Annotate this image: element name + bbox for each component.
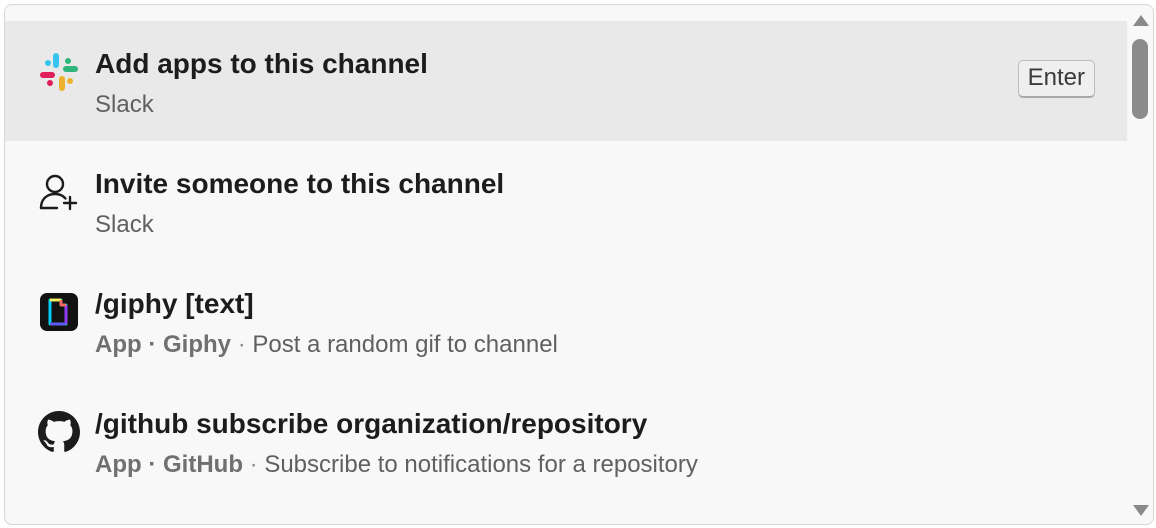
suggestion-subtitle: Slack [95,211,154,238]
suggestion-title: /github subscribe organization/repositor… [95,408,648,439]
suggestion-description: Post a random gif to channel [252,331,558,358]
vertical-scrollbar[interactable] [1127,5,1153,524]
suggestion-subtitle: App · GitHub · Subscribe to notification… [95,451,698,479]
suggestion-github-subscribe[interactable]: /github subscribe organization/repositor… [5,381,1127,501]
suggestion-title: /giphy [text] [95,288,254,319]
giphy-logo-icon [38,291,80,333]
app-name: GitHub [163,451,243,478]
suggestion-title: Add apps to this channel [95,48,428,79]
scroll-up-arrow-icon[interactable] [1133,15,1149,26]
separator: · [237,331,246,358]
suggestion-invite-someone[interactable]: Invite someone to this channel Slack [5,141,1127,261]
suggestions-list: Add apps to this channel Slack Enter Inv… [5,21,1127,501]
scroll-down-arrow-icon[interactable] [1133,505,1149,516]
suggestion-giphy[interactable]: /giphy [text] App · Giphy · Post a rando… [5,261,1127,381]
app-type-label: App [95,331,142,358]
enter-shortcut-badge: Enter [1017,60,1095,98]
suggestion-title: Invite someone to this channel [95,168,505,199]
suggestion-description: Subscribe to notifications for a reposit… [264,451,698,478]
suggestion-subtitle: Slack [95,91,154,118]
command-suggestions-popup: Add apps to this channel Slack Enter Inv… [4,4,1154,525]
separator: · [148,331,157,358]
app-type-label: App [95,451,142,478]
scrollbar-thumb[interactable] [1132,39,1148,119]
github-logo-icon [38,411,80,453]
suggestion-subtitle: App · Giphy · Post a random gif to chann… [95,331,558,359]
separator: · [249,451,258,478]
separator: · [148,451,157,478]
add-person-icon [38,171,80,213]
app-name: Giphy [163,331,232,358]
suggestion-add-apps[interactable]: Add apps to this channel Slack Enter [5,21,1127,141]
slack-logo-icon [38,51,80,93]
